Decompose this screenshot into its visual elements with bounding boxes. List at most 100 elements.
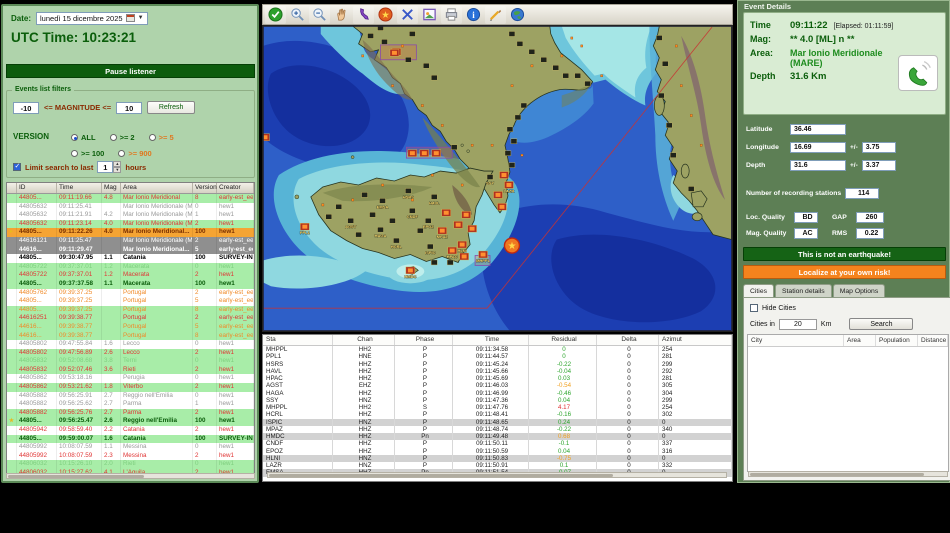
events-col-header[interactable]: Area — [121, 183, 193, 193]
map-station-marker[interactable] — [528, 49, 536, 55]
map-station-marker[interactable] — [389, 218, 396, 224]
phase-col-header[interactable]: Sta — [263, 335, 333, 345]
radio-icon[interactable] — [109, 134, 117, 141]
event-row[interactable]: 44616... 09:39:38.77 Portugal 5 early-est_ee… — [7, 322, 254, 332]
map-station-marker[interactable] — [431, 259, 438, 266]
draw-pencil-button[interactable] — [485, 5, 506, 24]
map-station-marker[interactable] — [552, 65, 559, 71]
station-row[interactable]: CNDF HHZ P 09:11:50.11 -0.1 0 337 — [263, 440, 732, 448]
event-row[interactable]: 44616121 09:11:25.47 Mar Ionio Meridionale… — [7, 236, 254, 246]
map-station-marker[interactable] — [441, 209, 451, 217]
limit-search-checkbox[interactable] — [13, 162, 21, 171]
phase-col-header[interactable]: Delta — [597, 335, 659, 345]
cities-table-header[interactable]: City Area Population Distance — [748, 335, 948, 347]
station-row[interactable]: HAVL HHZ P 09:11:45.66 -0.04 0 292 — [263, 367, 732, 375]
map-station-marker[interactable] — [417, 227, 424, 234]
event-row[interactable]: 44805992 10:08:07.59 2.3 Messina 2 hew1 — [7, 451, 254, 461]
event-row[interactable]: ★ 44805... 09:56:25.47 2.6 Reggio nell'Emili… — [7, 417, 254, 427]
map-station-marker[interactable]: HLNI — [457, 240, 467, 253]
map-station-marker[interactable]: HMDC — [404, 266, 417, 279]
station-row[interactable]: MHPPL HH2 P 09:11:34.58 0 0 254 — [263, 346, 732, 354]
event-row[interactable]: 44805762 09:39:37.25 Portugal 2 early-est_ee… — [7, 288, 254, 298]
map-station-marker[interactable] — [574, 72, 581, 79]
not-earthquake-button[interactable]: This is not an earthquake! — [743, 247, 946, 261]
event-row[interactable]: 44805... 09:37:37.58 1.1 Macerata 100 hew1 — [7, 279, 254, 289]
event-row[interactable]: 44805... 09:30:47.95 1.1 Catania 100 SURVEY-I… — [7, 254, 254, 263]
tab-map-options[interactable]: Map Options — [832, 284, 886, 297]
cities-col-header[interactable]: City — [748, 335, 844, 346]
map-station-marker[interactable]: SSY — [486, 174, 495, 186]
stepper-down-icon[interactable]: ▼ — [113, 167, 122, 173]
epicenter-marker[interactable]: ★ — [503, 237, 521, 254]
map-station-marker[interactable] — [658, 92, 665, 99]
station-row[interactable]: HAGA HHZ P 09:11:46.99 -0.46 0 304 — [263, 389, 732, 397]
depth-error-input[interactable]: 3.37 — [861, 159, 896, 171]
events-col-header[interactable]: Version — [193, 183, 217, 193]
map-station-marker[interactable] — [562, 72, 569, 79]
map-station-marker[interactable]: HPAC — [446, 246, 458, 259]
map-station-marker[interactable] — [510, 138, 518, 144]
map-station-marker[interactable] — [670, 152, 677, 158]
version-radio-ALL[interactable]: ALL — [71, 133, 96, 142]
event-row[interactable]: 44805862 09:53:21.62 1.8 Viterbo 2 hew1 — [7, 383, 254, 392]
event-row[interactable]: 44805632 09:11:25.41 Mar Ionio Meridionale… — [7, 202, 254, 212]
station-row[interactable]: EPOZ HHZ P 09:11:50.59 0.04 0 316 — [263, 447, 732, 455]
rms-input[interactable]: 0.22 — [856, 227, 884, 239]
measure-cross-button[interactable] — [397, 5, 418, 24]
cities-table-hscrollbar[interactable] — [748, 471, 948, 477]
map-station-marker[interactable] — [467, 224, 477, 233]
map-station-marker[interactable] — [381, 39, 388, 45]
station-row[interactable]: HMDC HHZ Pn 09:11:49.48 0.68 0 0 — [263, 433, 732, 441]
event-row[interactable]: 44805722 09:37:37.01 1.2 Macerata 2 hew1 — [7, 271, 254, 280]
map-station-marker[interactable]: PPL1 — [300, 223, 311, 235]
italy-region-button[interactable] — [353, 5, 374, 24]
print-button[interactable] — [441, 5, 462, 24]
event-row[interactable]: 44805832 09:52:07.46 3.6 Rieti 2 hew1 — [7, 365, 254, 375]
phase-col-header[interactable]: Residual — [529, 335, 597, 345]
version-radio-100[interactable]: >= 100 — [71, 149, 104, 158]
event-star-button[interactable]: ★ — [375, 6, 396, 24]
station-row[interactable]: MHPPL HH2 S 09:11:47.76 4.17 0 254 — [263, 404, 732, 412]
event-row[interactable]: 44616251 09:39:38.77 Portugal 2 early-est_ee… — [7, 314, 254, 323]
map-station-marker[interactable] — [389, 49, 400, 57]
map-station-marker[interactable] — [656, 35, 663, 41]
chevron-down-icon[interactable]: ▼ — [138, 15, 144, 21]
phase-col-header[interactable]: Azimut — [659, 335, 732, 345]
event-row[interactable]: 44805942 09:58:59.40 2.2 Catania 2 hew1 — [7, 426, 254, 435]
map-station-marker[interactable] — [540, 57, 547, 63]
map-station-marker[interactable] — [447, 259, 454, 266]
cities-search-button[interactable]: Search — [849, 318, 914, 330]
stations-count-input[interactable]: 114 — [845, 187, 880, 199]
hours-value[interactable]: 1 — [97, 161, 114, 173]
map-station-marker[interactable] — [508, 31, 516, 37]
map-station-marker[interactable] — [335, 204, 342, 210]
map-station-marker[interactable] — [431, 74, 438, 81]
map-station-marker[interactable] — [263, 133, 270, 141]
events-col-header[interactable]: Creator — [217, 183, 254, 193]
map-station-marker[interactable] — [506, 126, 514, 133]
tab-cities[interactable]: Cities — [743, 284, 774, 297]
event-row[interactable]: 44616... 09:39:38.77 Portugal 8 early-est_ee… — [7, 331, 254, 341]
version-radio-5[interactable]: >= 5 — [148, 133, 174, 142]
station-row[interactable]: HPAC HHZ P 09:11:45.69 0.03 0 281 — [263, 375, 732, 383]
gap-input[interactable]: 260 — [856, 211, 884, 223]
hours-stepper[interactable]: 1 ▲ ▼ — [97, 161, 122, 173]
event-row[interactable]: 44805... 09:11:19.66 4.8 Mar Ionio Meridion… — [7, 194, 254, 203]
phase-table-header[interactable]: Sta Chan Phase Time Residual Delta Azimut — [263, 335, 732, 346]
event-row[interactable]: ► 44805... 09:11:22.26 4.0 Mar Ionio Meridio… — [7, 228, 254, 237]
longitude-error-input[interactable]: 3.75 — [861, 141, 896, 153]
map-station-marker[interactable] — [493, 191, 503, 199]
map-station-marker[interactable]: MPAZ — [436, 226, 449, 239]
map-station-marker[interactable] — [459, 252, 469, 261]
map-station-marker[interactable] — [497, 203, 507, 211]
pan-hand-button[interactable] — [331, 6, 352, 24]
loc-quality-input[interactable]: BD — [794, 211, 818, 223]
map-station-marker[interactable] — [516, 41, 524, 47]
map-station-marker[interactable] — [407, 149, 418, 157]
mag-quality-input[interactable]: AC — [794, 227, 818, 239]
mag-min-input[interactable]: -10 — [13, 101, 39, 114]
map-station-marker[interactable] — [419, 149, 429, 157]
phase-col-header[interactable]: Chan — [333, 335, 395, 345]
radio-icon[interactable] — [71, 134, 78, 141]
map-station-marker[interactable] — [423, 63, 430, 69]
